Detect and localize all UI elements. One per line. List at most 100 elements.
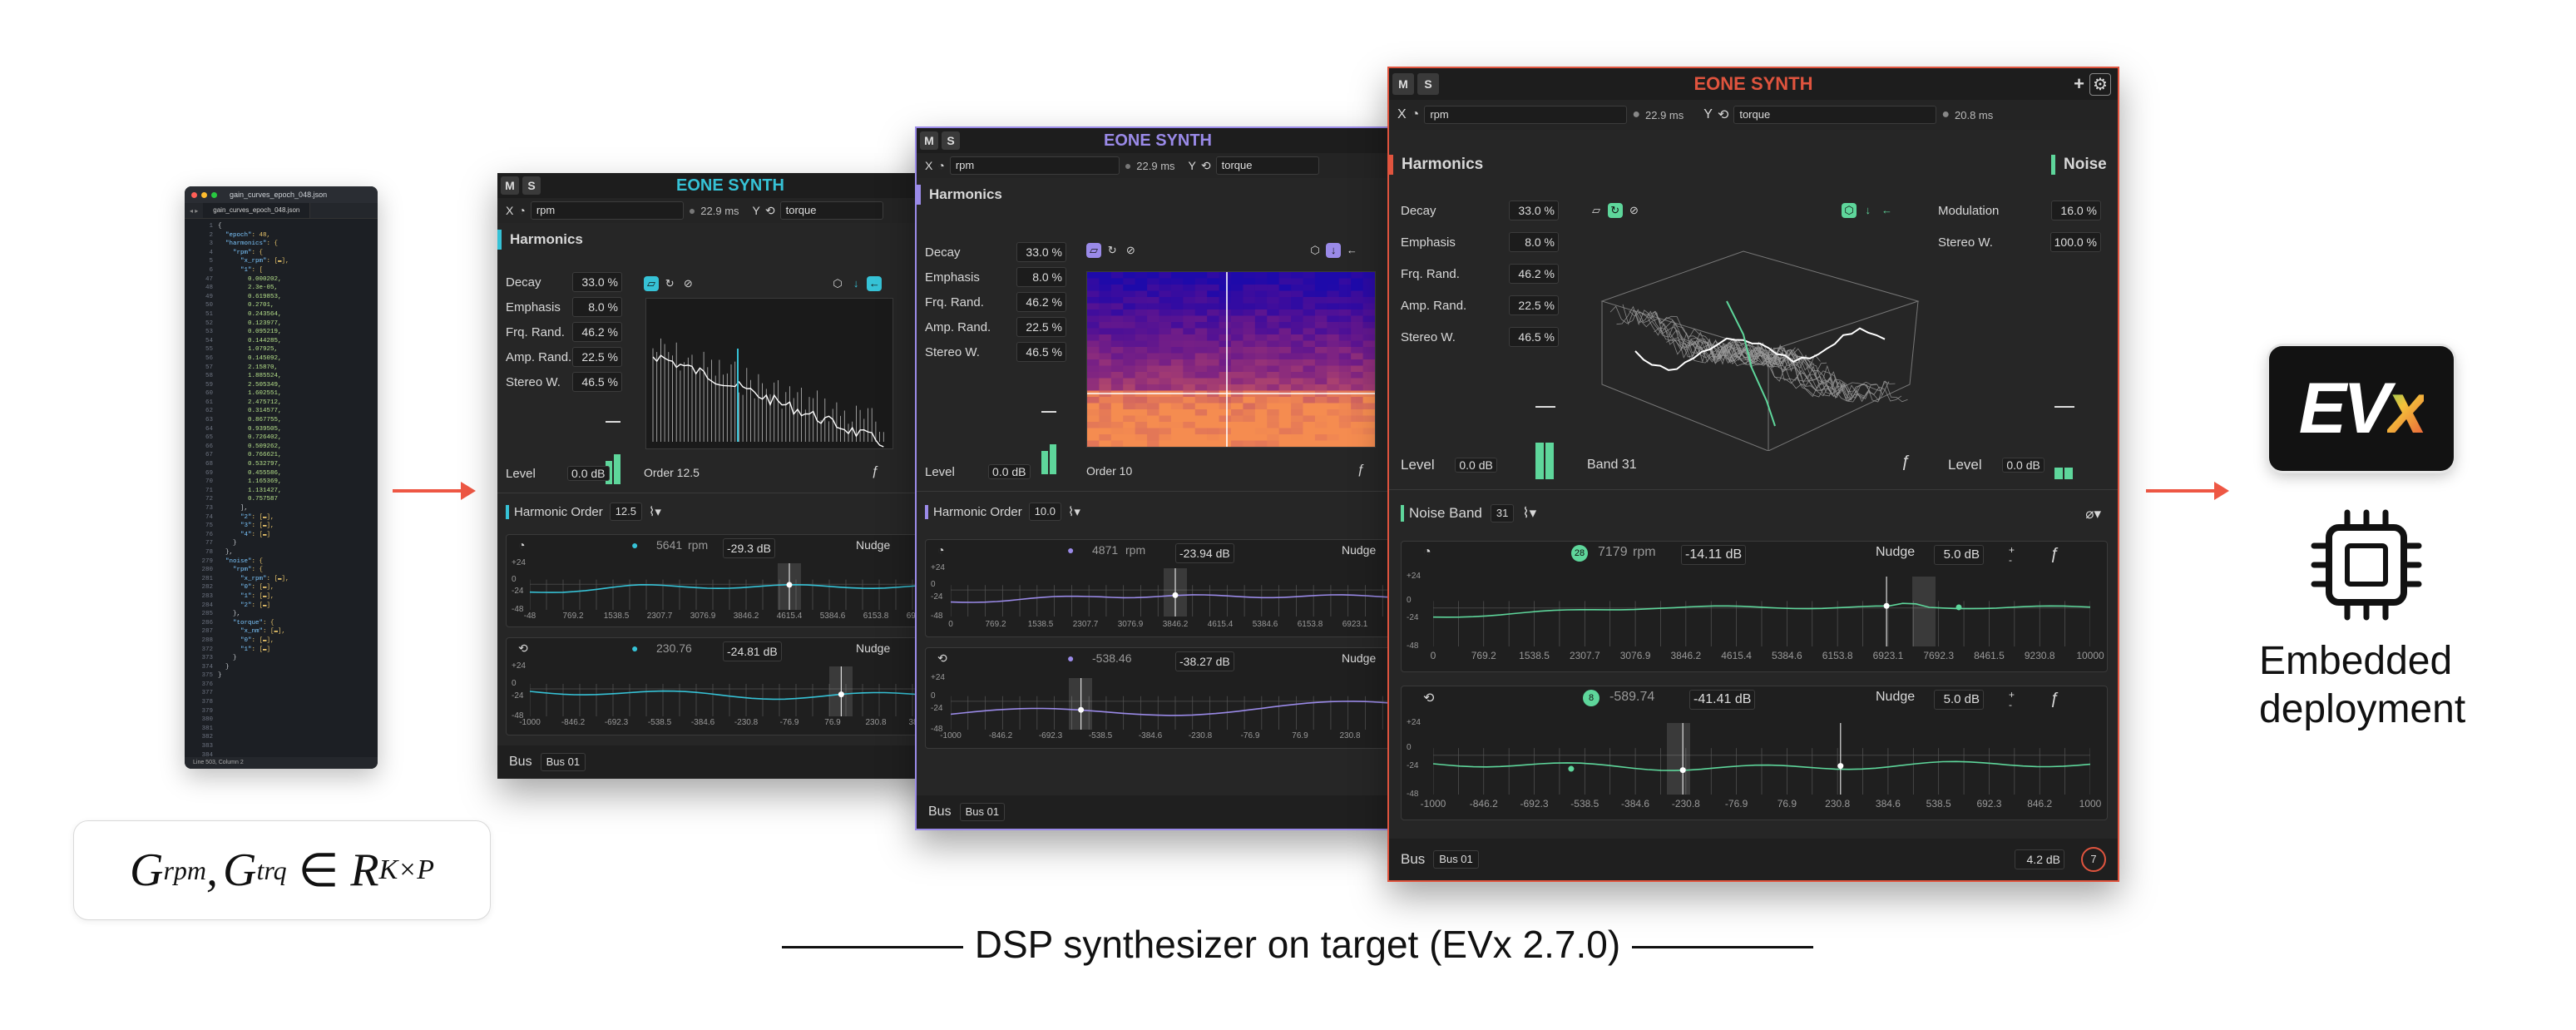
cycle-icon[interactable]: ↻ (1105, 243, 1120, 258)
x-source-select[interactable]: rpm (1424, 106, 1628, 124)
x-source-select[interactable]: rpm (530, 201, 684, 220)
function-icon[interactable]: ƒ (1901, 453, 1911, 472)
param-value[interactable]: 8.0 % (1509, 232, 1559, 252)
nudge-value[interactable]: 5.0 dB (1934, 690, 1984, 710)
close-window-icon[interactable] (191, 191, 197, 198)
view-2d-icon[interactable]: ▱ (644, 276, 659, 291)
param-value[interactable]: 33.0 % (1016, 242, 1066, 262)
param-value[interactable]: 33.0 % (1509, 201, 1559, 220)
harmonic-spectrogram-plot[interactable] (1086, 271, 1376, 448)
y-source-select[interactable]: torque (1733, 106, 1937, 124)
param-value[interactable]: 46.2 % (1509, 264, 1559, 284)
add-icon[interactable]: + (2074, 73, 2084, 95)
function-icon[interactable]: ƒ (1357, 463, 1365, 478)
arrow-left-icon[interactable]: ← (1344, 243, 1359, 258)
level-value[interactable]: 0.0 dB (1455, 458, 1497, 473)
curve-link-icon[interactable]: ⌇▾ (1522, 505, 1536, 522)
param-value[interactable]: 33.0 % (572, 272, 622, 292)
mute-button[interactable]: M (1392, 73, 1414, 95)
solo-button[interactable]: S (522, 176, 541, 195)
torque-gain-db[interactable]: -24.81 dB (723, 641, 782, 661)
mute-button[interactable]: M (920, 131, 938, 150)
torque-gain-db[interactable]: -38.27 dB (1175, 651, 1234, 671)
code-body[interactable]: 1 2 3 4 5 6 47 48 49 50 51 52 53 54 55 56 57 58 59 60 61 62 63… (185, 219, 378, 769)
param-value[interactable]: 8.0 % (572, 297, 622, 317)
rpm-gain-db[interactable]: -23.94 dB (1175, 543, 1234, 563)
rpm-gain-lane[interactable]: ◔ ● 4871 rpm -23.94 dB Nudge 0 769.2 1538.… (925, 539, 1400, 637)
harmonic-spectrum-plot[interactable] (645, 298, 893, 449)
rpm-gain-db[interactable]: -29.3 dB (723, 538, 775, 558)
order-select[interactable]: 12.5 (609, 503, 643, 521)
link-icon[interactable]: ⊘ (1123, 243, 1138, 258)
bus-select[interactable]: Bus 01 (1433, 850, 1479, 869)
mute-button[interactable]: M (501, 176, 519, 195)
x-source-select[interactable]: rpm (949, 156, 1120, 175)
torque-gain-db[interactable]: -41.41 dB (1689, 690, 1756, 710)
nav-arrows-icon[interactable]: ◂ ▸ (185, 207, 203, 215)
function-icon[interactable]: ƒ (2050, 545, 2059, 564)
param-value[interactable]: 46.5 % (1509, 327, 1559, 347)
noise-level-value[interactable]: 0.0 dB (2002, 458, 2044, 473)
cycle-icon[interactable]: ↻ (662, 276, 677, 291)
order-select[interactable]: 10.0 (1028, 503, 1062, 521)
param-value[interactable]: 22.5 % (1016, 317, 1066, 337)
torque-gain-lane[interactable]: ⟲ 8 -589.74 -41.41 dB Nudge 5.0 dB + - ƒ … (1401, 686, 2108, 820)
torque-curve[interactable] (530, 666, 962, 716)
rpm-curve[interactable] (530, 563, 962, 610)
param-value[interactable]: 46.5 % (1016, 342, 1066, 362)
curve-link-icon[interactable]: ⌇▾ (1068, 504, 1080, 519)
nudge-value[interactable]: 5.0 dB (1934, 545, 1984, 565)
minimize-window-icon[interactable] (201, 191, 207, 198)
torque-gain-lane[interactable]: ⟲ ● 230.76 -24.81 dB Nudge -1000 -846.2 -6… (506, 637, 963, 735)
output-db[interactable]: 4.2 dB (2015, 849, 2064, 869)
gear-icon[interactable]: ⚙ (2089, 72, 2111, 96)
view-2d-icon[interactable]: ▱ (1086, 243, 1101, 258)
output-meter-badge[interactable]: 7 (2081, 847, 2106, 872)
rpm-gain-lane[interactable]: ◔ ● 5641 rpm -29.3 dB Nudge -48 769.2 1538… (506, 534, 963, 627)
param-value[interactable]: 46.2 % (572, 322, 622, 342)
nudge-stepper[interactable]: + - (2009, 690, 2015, 710)
editor-tab[interactable]: gain_curves_epoch_048.json (203, 203, 311, 218)
rpm-curve[interactable] (951, 568, 1400, 617)
arrow-down-icon[interactable]: ↓ (1861, 203, 1876, 218)
param-value[interactable]: 22.5 % (572, 347, 622, 367)
arrow-down-icon[interactable]: ↓ (1326, 243, 1342, 258)
bus-select[interactable]: Bus 01 (540, 753, 586, 771)
bus-select[interactable]: Bus 01 (959, 803, 1006, 821)
cycle-icon[interactable]: ↻ (1607, 203, 1623, 218)
param-value[interactable]: 46.2 % (1016, 292, 1066, 312)
link-icon[interactable]: ⊘ (680, 276, 695, 291)
arrow-left-icon[interactable]: ← (867, 276, 883, 291)
rpm-curve[interactable] (1433, 577, 2090, 646)
y-source-select[interactable]: torque (779, 201, 883, 220)
param-value[interactable]: 16.0 % (2051, 201, 2101, 220)
nudge-stepper[interactable]: + - (2009, 545, 2015, 565)
function-icon[interactable]: ƒ (2050, 690, 2059, 709)
curve-link-icon[interactable]: ⌇▾ (649, 504, 661, 519)
level-value[interactable]: 0.0 dB (567, 466, 610, 481)
y-source-select[interactable]: torque (1215, 156, 1319, 175)
view-2d-icon[interactable]: ▱ (1589, 203, 1604, 218)
order-select[interactable]: 31 (1490, 504, 1515, 522)
solo-button[interactable]: S (942, 131, 960, 150)
solo-button[interactable]: S (1417, 73, 1439, 95)
torque-gain-lane[interactable]: ⟲ ● -538.46 -38.27 dB Nudge -1000 -846.2-… (925, 647, 1400, 749)
param-value[interactable]: 8.0 % (1016, 267, 1066, 287)
torque-curve[interactable] (1433, 723, 2090, 795)
rpm-gain-db[interactable]: -14.11 dB (1681, 545, 1747, 565)
level-value[interactable]: 0.0 dB (988, 464, 1031, 479)
cube-icon[interactable]: ⬡ (1308, 243, 1323, 258)
arrow-left-icon[interactable]: ← (1879, 203, 1894, 218)
cube-icon[interactable]: ⬡ (830, 276, 845, 291)
rpm-gain-lane[interactable]: ◔ 28 7179 rpm -14.11 dB Nudge 5.0 dB + - … (1401, 541, 2108, 672)
param-value[interactable]: 46.5 % (572, 372, 622, 392)
function-icon[interactable]: ƒ (872, 464, 879, 479)
link-icon[interactable]: ⊘ (1626, 203, 1641, 218)
arrow-down-icon[interactable]: ↓ (848, 276, 863, 291)
param-value[interactable]: 100.0 % (2049, 232, 2101, 252)
param-value[interactable]: 22.5 % (1509, 295, 1559, 315)
cube-icon[interactable]: ⬡ (1842, 203, 1857, 218)
maximize-window-icon[interactable] (211, 191, 217, 198)
torque-curve[interactable] (951, 678, 1400, 730)
link-menu-icon[interactable]: ⌀▾ (2085, 506, 2101, 522)
